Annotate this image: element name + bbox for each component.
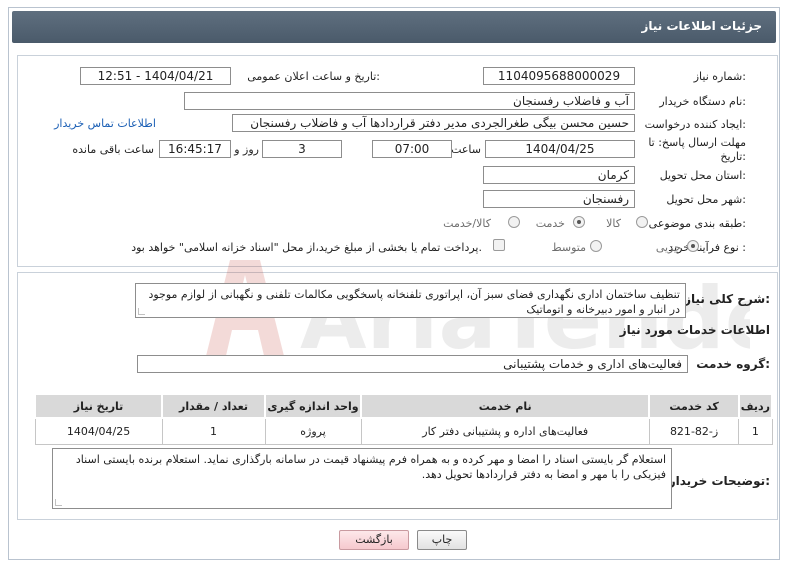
category-radio-service[interactable] — [573, 216, 585, 228]
category-option-goods: کالا — [606, 217, 621, 230]
cell-service-name: فعالیت‌های اداره و پشتیبانی دفتر کار — [360, 417, 650, 445]
payment-note: پرداخت تمام یا بخشی از مبلغ خرید،از محل … — [131, 241, 482, 254]
need-number-label: شماره نیاز: — [693, 70, 746, 83]
announce-datetime-field: 1404/04/21 - 12:51 — [80, 67, 231, 85]
service-group-field: فعالیت‌های اداری و خدمات پشتیبانی — [137, 355, 688, 373]
buyer-org-field: آب و فاضلاب رفسنجان — [184, 92, 635, 110]
resize-grip-icon[interactable] — [138, 308, 145, 315]
need-number-field: 1104095688000029 — [483, 67, 635, 85]
table-row: 1 ز-82-821 فعالیت‌های اداره و پشتیبانی د… — [34, 417, 773, 445]
buyer-notes-text: استعلام گر بایستی اسناد را امضا و مهر کر… — [75, 453, 666, 481]
days-field: 3 — [262, 140, 342, 158]
province-label: استان محل تحویل: — [659, 169, 746, 182]
days-label: روز و — [234, 143, 259, 156]
summary-text: تنظیف ساختمان اداری نگهداری فضای سبز آن،… — [148, 288, 680, 316]
process-radio-minor[interactable] — [687, 240, 699, 252]
print-button[interactable]: چاپ — [417, 530, 467, 550]
col-header-unit: واحد اندازه گیری — [264, 393, 363, 419]
requester-label: ایجاد کننده درخواست: — [644, 118, 746, 131]
col-header-date: تاریخ نیاز — [33, 393, 164, 419]
summary-label: شرح کلی نیاز: — [684, 292, 770, 306]
deadline-time-field: 07:00 — [372, 140, 452, 158]
col-header-code: کد خدمت — [648, 393, 740, 419]
process-radio-medium[interactable] — [590, 240, 602, 252]
back-button[interactable]: بازگشت — [339, 530, 409, 550]
services-section-title: اطلاعات خدمات مورد نیاز — [619, 323, 770, 337]
remaining-label: ساعت باقی مانده — [72, 143, 154, 156]
announce-datetime-label: تاریخ و ساعت اعلان عمومی: — [247, 70, 380, 83]
service-group-label: گروه خدمت: — [696, 357, 770, 371]
cell-need-date: 1404/04/25 — [34, 417, 163, 445]
hour-label: ساعت — [451, 143, 481, 156]
services-table-header: ردیف کد خدمت نام خدمت واحد اندازه گیری ت… — [33, 393, 774, 419]
col-header-quantity: تعداد / مقدار — [161, 393, 267, 419]
header-bar: جزئیات اطلاعات نیاز — [12, 11, 776, 43]
process-option-medium: متوسط — [551, 241, 586, 254]
cell-row-number: 1 — [738, 417, 773, 445]
category-option-service: خدمت — [535, 217, 565, 230]
col-header-row: ردیف — [737, 393, 774, 419]
remaining-time-field: 16:45:17 — [159, 140, 231, 158]
buyer-notes-label: توضیحات خریدار: — [668, 474, 770, 488]
process-option-minor: جزیی — [655, 241, 681, 254]
cell-service-code: ز-82-821 — [648, 417, 740, 445]
category-radio-goods-service[interactable] — [508, 216, 520, 228]
col-header-name: نام خدمت — [360, 393, 651, 419]
cell-quantity: 1 — [161, 417, 266, 445]
deadline-label: مهلت ارسال پاسخ: تا تاریخ: — [648, 136, 746, 163]
city-field: رفسنجان — [483, 190, 635, 208]
city-label: شهر محل تحویل: — [666, 193, 746, 206]
buyer-org-label: نام دستگاه خریدار: — [659, 95, 746, 108]
summary-textarea[interactable]: تنظیف ساختمان اداری نگهداری فضای سبز آن،… — [135, 283, 686, 318]
cell-unit: پروژه — [264, 417, 362, 445]
category-radio-goods[interactable] — [636, 216, 648, 228]
page-title: جزئیات اطلاعات نیاز — [641, 19, 762, 33]
category-option-goods-service: کالا/خدمت — [443, 217, 491, 230]
deadline-date-field: 1404/04/25 — [485, 140, 635, 158]
province-field: کرمان — [483, 166, 635, 184]
contact-info-link[interactable]: اطلاعات تماس خریدار — [54, 117, 156, 130]
category-label: طبقه بندی موضوعی: — [648, 217, 746, 230]
treasury-payment-checkbox[interactable] — [493, 239, 505, 251]
buyer-notes-textarea[interactable]: استعلام گر بایستی اسناد را امضا و مهر کر… — [52, 448, 672, 509]
requester-field: حسین محسن بیگی طغرالجردی مدیر دفتر قرارد… — [232, 114, 635, 132]
resize-grip-icon[interactable] — [55, 499, 62, 506]
services-table: ردیف کد خدمت نام خدمت واحد اندازه گیری ت… — [33, 393, 774, 445]
